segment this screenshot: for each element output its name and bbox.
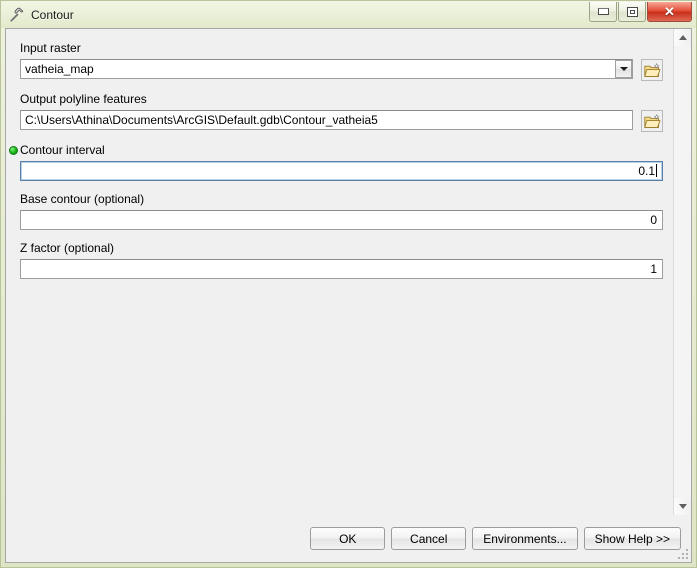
environments-button[interactable]: Environments... [472,527,578,550]
text-caret [656,164,657,177]
minimize-icon [597,8,609,15]
restore-icon [626,6,638,17]
field-base-contour: Base contour (optional) 0 [20,192,663,230]
input-raster-combo[interactable]: vatheia_map [20,59,633,81]
show-help-button[interactable]: Show Help >> [583,527,681,550]
restore-button[interactable] [618,2,646,22]
close-button[interactable]: ✕ [647,2,692,22]
scroll-down-button[interactable] [674,498,691,515]
scroll-up-arrow-icon [678,35,687,40]
resize-grip[interactable] [677,548,689,560]
z-factor-input[interactable]: 1 [20,259,663,279]
field-label: Base contour (optional) [20,192,145,206]
browse-input-raster-button[interactable] [641,59,663,81]
window-controls: ✕ [588,2,692,22]
title-bar[interactable]: Contour ✕ [1,1,696,28]
scroll-down-arrow-icon [678,504,687,509]
field-contour-interval: Contour interval 0.1 [9,143,663,181]
field-output-polyline-features: Output polyline features C:\Users\Athina… [20,92,663,132]
field-label: Z factor (optional) [20,241,115,255]
input-row: C:\Users\Athina\Documents\ArcGIS\Default… [20,110,663,132]
input-row: 0 [20,210,663,230]
minimize-button[interactable] [589,2,617,22]
contour-interval-input[interactable]: 0.1 [20,161,663,181]
input-row: vatheia_map [20,59,663,81]
base-contour-input[interactable]: 0 [20,210,663,230]
dialog-client-area: Input raster vatheia_map Output polyline… [5,28,692,563]
contour-tool-window: Contour ✕ Input raster vatheia_map Outpu… [0,0,697,568]
parameter-form: Input raster vatheia_map Output polyline… [6,29,673,515]
input-row: 1 [20,259,663,279]
field-label: Contour interval [20,143,105,157]
field-z-factor: Z factor (optional) 1 [20,241,663,279]
hammer-tool-icon [9,7,25,23]
cancel-button[interactable]: Cancel [391,527,467,550]
chevron-down-icon[interactable] [615,60,632,78]
input-raster-value[interactable]: vatheia_map [20,59,633,79]
ok-button[interactable]: OK [310,527,386,550]
input-row: 0.1 [20,161,663,181]
dialog-footer: OK Cancel Environments... Show Help >> [6,515,691,562]
contour-interval-value: 0.1 [638,164,655,178]
scrollbar-track[interactable] [674,46,691,498]
vertical-scrollbar[interactable] [673,29,691,515]
output-polyline-features-input[interactable]: C:\Users\Athina\Documents\ArcGIS\Default… [20,110,633,130]
close-icon: ✕ [664,4,675,19]
field-label: Input raster [20,41,81,55]
field-label: Output polyline features [20,92,147,106]
browse-output-features-button[interactable] [641,110,663,132]
field-input-raster: Input raster vatheia_map [20,41,663,81]
required-parameter-icon [9,146,18,155]
window-title: Contour [31,7,74,22]
scroll-up-button[interactable] [674,29,691,46]
content-row: Input raster vatheia_map Output polyline… [6,29,691,515]
